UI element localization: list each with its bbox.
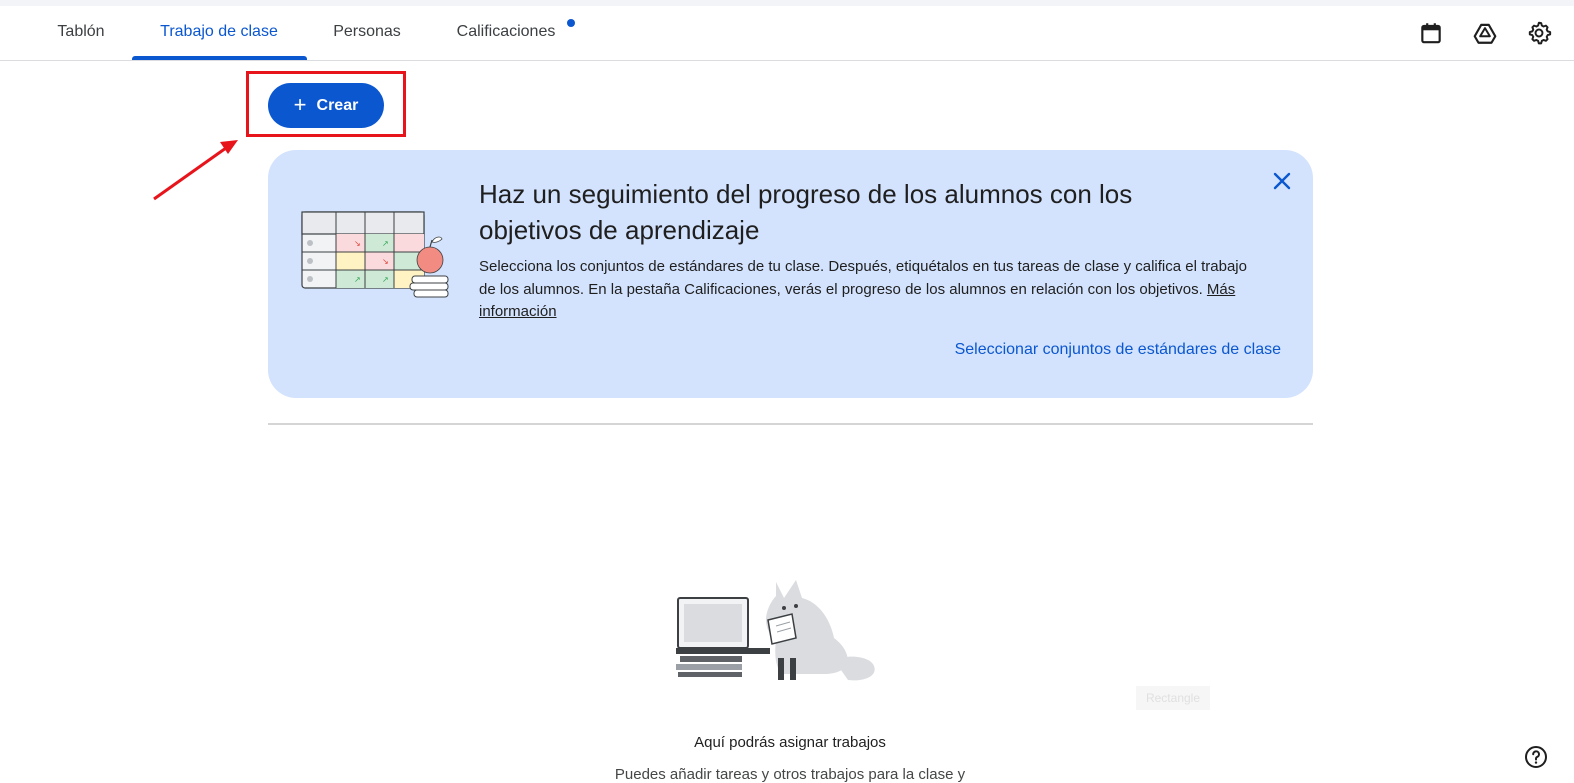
svg-text:↗: ↗: [382, 275, 389, 284]
empty-state-subtitle: Puedes añadir tareas y otros trabajos pa…: [614, 766, 966, 783]
empty-state-title: Aquí podrás asignar trabajos: [694, 734, 886, 751]
settings-icon[interactable]: [1526, 20, 1552, 46]
help-icon[interactable]: [1524, 745, 1548, 769]
tab-grades[interactable]: Calificaciones: [452, 6, 560, 60]
top-navigation: Tablón Trabajo de clase Personas Calific…: [0, 6, 1574, 61]
svg-text:↗: ↗: [382, 239, 389, 248]
select-standard-sets-link[interactable]: Seleccionar conjuntos de estándares de c…: [955, 341, 1281, 359]
grades-table-illustration-icon: ↘ ↗ ↘ ↗ ↗: [301, 211, 449, 298]
annotation-arrow-icon: [153, 140, 238, 201]
create-button[interactable]: + Crear: [268, 83, 384, 128]
calendar-icon[interactable]: [1418, 20, 1444, 46]
tab-stream[interactable]: Tablón: [56, 6, 106, 60]
learning-goals-banner: ↘ ↗ ↘ ↗ ↗ Haz un seguimiento del progres…: [268, 150, 1313, 398]
banner-title: Haz un seguimiento del progreso de los a…: [479, 179, 1133, 245]
ghost-placeholder-label: Rectangle: [1136, 686, 1210, 710]
drive-icon[interactable]: [1472, 20, 1498, 46]
active-tab-indicator: [132, 56, 307, 60]
section-divider: [268, 423, 1313, 425]
close-icon[interactable]: [1270, 169, 1294, 193]
create-button-label: Crear: [316, 96, 359, 114]
tab-classwork[interactable]: Trabajo de clase: [152, 6, 286, 60]
banner-description: Selecciona los conjuntos de estándares d…: [479, 256, 1259, 324]
tab-people[interactable]: Personas: [330, 6, 404, 60]
svg-text:↘: ↘: [382, 257, 389, 266]
empty-state-illustration-icon: [676, 580, 875, 681]
svg-text:↘: ↘: [354, 239, 361, 248]
svg-text:↗: ↗: [354, 275, 361, 284]
banner-body-text: Selecciona los conjuntos de estándares d…: [479, 258, 1247, 298]
grades-notification-dot: [567, 19, 575, 27]
plus-icon: +: [293, 91, 307, 117]
